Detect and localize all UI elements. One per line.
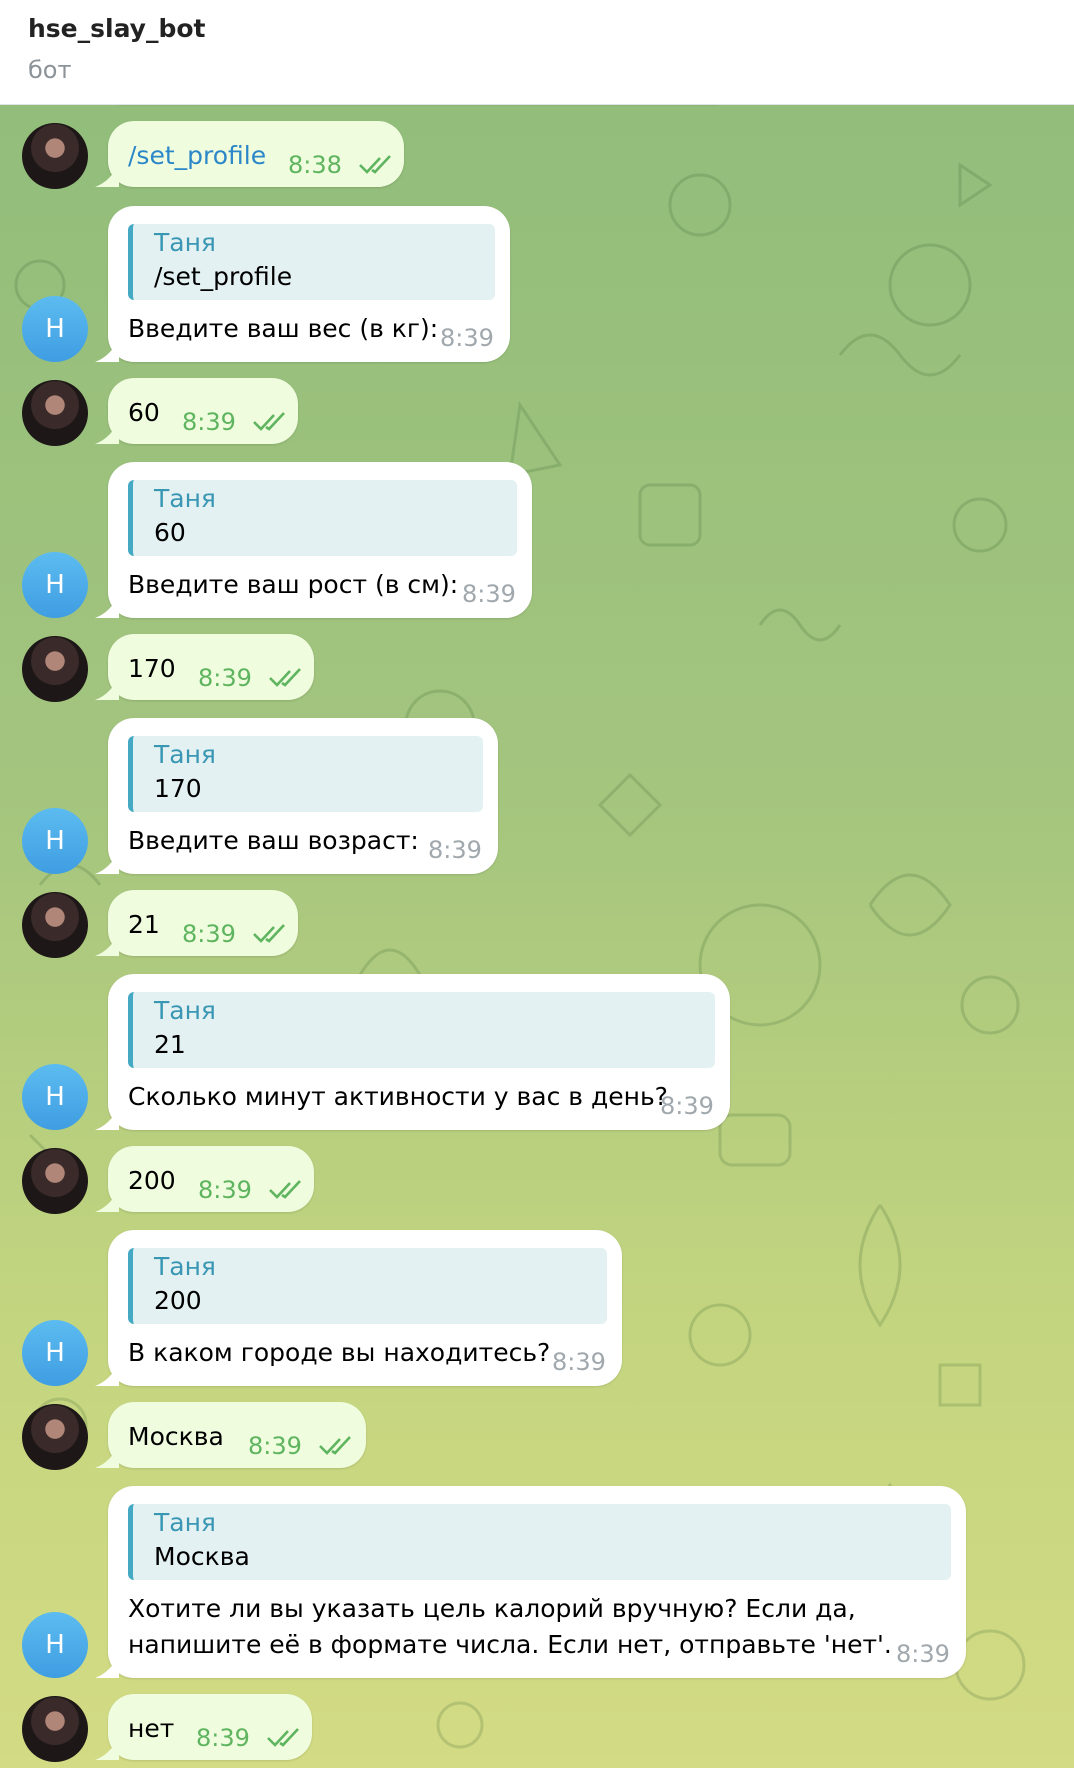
message-bubble-outgoing[interactable]: 200 8:39 (95, 1146, 314, 1212)
message-text: Введите ваш возраст: (128, 826, 419, 855)
chat-header[interactable]: hse_slay_bot бот (0, 0, 1074, 105)
double-check-icon (253, 412, 285, 431)
message-time: 8:39 (182, 408, 236, 436)
reply-quote[interactable]: Таня 60 (128, 480, 517, 556)
reply-author: Таня (154, 740, 216, 769)
message-time: 8:39 (660, 1092, 714, 1120)
double-check-icon (267, 1728, 299, 1747)
avatar[interactable] (22, 1404, 88, 1470)
message-time: 8:38 (288, 151, 342, 179)
message-time: 8:39 (198, 664, 252, 692)
reply-quote[interactable]: Таня 170 (128, 736, 483, 812)
reply-author: Таня (154, 996, 216, 1025)
message-text-line1: Хотите ли вы указать цель калорий вручну… (128, 1594, 856, 1623)
message-bubble-outgoing[interactable]: 170 8:39 (95, 634, 314, 700)
message-bubble-outgoing[interactable]: нет 8:39 (95, 1694, 312, 1760)
message-text: 200 (128, 1166, 176, 1195)
message-text: Введите ваш рост (в см): (128, 570, 459, 599)
message-bubble-incoming[interactable]: Таня Москва Хотите ли вы указать цель ка… (95, 1486, 966, 1678)
message-text-line2: напишите её в формате числа. Если нет, о… (128, 1630, 892, 1659)
reply-author: Таня (154, 1252, 216, 1281)
bubble-tail-icon (95, 594, 119, 618)
bot-avatar[interactable]: H (22, 552, 88, 618)
message-bubble-incoming[interactable]: Таня 170 Введите ваш возраст: 8:39 (95, 718, 498, 874)
bubble-tail-icon (95, 1188, 119, 1212)
avatar[interactable] (22, 1148, 88, 1214)
bubble-tail-icon (95, 1736, 119, 1760)
reply-text: /set_profile (154, 262, 293, 291)
double-check-icon (359, 155, 391, 174)
reply-author: Таня (154, 228, 216, 257)
reply-text: 60 (154, 518, 186, 547)
bubble-tail-icon (95, 676, 119, 700)
double-check-icon (319, 1436, 351, 1455)
bubble-tail-icon (95, 163, 119, 187)
message-text: В каком городе вы находитесь? (128, 1338, 551, 1367)
avatar[interactable] (22, 636, 88, 702)
avatar[interactable] (22, 123, 88, 189)
message-time: 8:39 (196, 1724, 250, 1752)
reply-quote[interactable]: Таня /set_profile (128, 224, 495, 300)
reply-quote[interactable]: Таня Москва (128, 1504, 951, 1580)
message-bubble-outgoing[interactable]: /set_profile 8:38 (95, 121, 404, 187)
avatar[interactable] (22, 1696, 88, 1762)
bubble-tail-icon (95, 1106, 119, 1130)
message-text: 60 (128, 398, 160, 427)
double-check-icon (253, 924, 285, 943)
bubble-tail-icon (95, 338, 119, 362)
message-text: Москва (128, 1422, 224, 1451)
avatar[interactable] (22, 380, 88, 446)
reply-text: 200 (154, 1286, 202, 1315)
bot-avatar[interactable]: H (22, 1064, 88, 1130)
message-bubble-incoming[interactable]: Таня 200 В каком городе вы находитесь? 8… (95, 1230, 622, 1386)
bot-avatar[interactable]: H (22, 808, 88, 874)
message-time: 8:39 (182, 920, 236, 948)
reply-text: 170 (154, 774, 202, 803)
message-text: Сколько минут активности у вас в день? (128, 1082, 668, 1111)
message-bubble-incoming[interactable]: Таня 60 Введите ваш рост (в см): 8:39 (95, 462, 532, 618)
reply-text: Москва (154, 1542, 250, 1571)
message-text: 170 (128, 654, 176, 683)
message-time: 8:39 (428, 836, 482, 864)
bubble-tail-icon (95, 932, 119, 956)
bubble-tail-icon (95, 420, 119, 444)
bubble-tail-icon (95, 1654, 119, 1678)
command-link[interactable]: /set_profile (128, 141, 266, 170)
bubble-tail-icon (95, 1362, 119, 1386)
message-bubble-outgoing[interactable]: 21 8:39 (95, 890, 298, 956)
message-text: нет (128, 1714, 175, 1743)
message-time: 8:39 (198, 1176, 252, 1204)
message-bubble-incoming[interactable]: Таня 21 Сколько минут активности у вас в… (95, 974, 730, 1130)
message-time: 8:39 (248, 1432, 302, 1460)
message-bubble-incoming[interactable]: Таня /set_profile Введите ваш вес (в кг)… (95, 206, 510, 362)
reply-author: Таня (154, 484, 216, 513)
reply-author: Таня (154, 1508, 216, 1537)
bubble-tail-icon (95, 1444, 119, 1468)
reply-quote[interactable]: Таня 200 (128, 1248, 607, 1324)
chat-status: бот (28, 56, 72, 84)
message-time: 8:39 (896, 1640, 950, 1668)
message-text: 21 (128, 910, 160, 939)
reply-text: 21 (154, 1030, 186, 1059)
chat-title: hse_slay_bot (28, 14, 206, 43)
message-time: 8:39 (440, 324, 494, 352)
message-time: 8:39 (552, 1348, 606, 1376)
message-bubble-outgoing[interactable]: Москва 8:39 (95, 1402, 366, 1468)
double-check-icon (269, 1180, 301, 1199)
message-bubble-outgoing[interactable]: 60 8:39 (95, 378, 298, 444)
avatar[interactable] (22, 892, 88, 958)
message-text: Введите ваш вес (в кг): (128, 314, 439, 343)
bubble-tail-icon (95, 850, 119, 874)
bot-avatar[interactable]: H (22, 1612, 88, 1678)
message-time: 8:39 (462, 580, 516, 608)
bot-avatar[interactable]: H (22, 296, 88, 362)
bot-avatar[interactable]: H (22, 1320, 88, 1386)
double-check-icon (269, 668, 301, 687)
reply-quote[interactable]: Таня 21 (128, 992, 715, 1068)
